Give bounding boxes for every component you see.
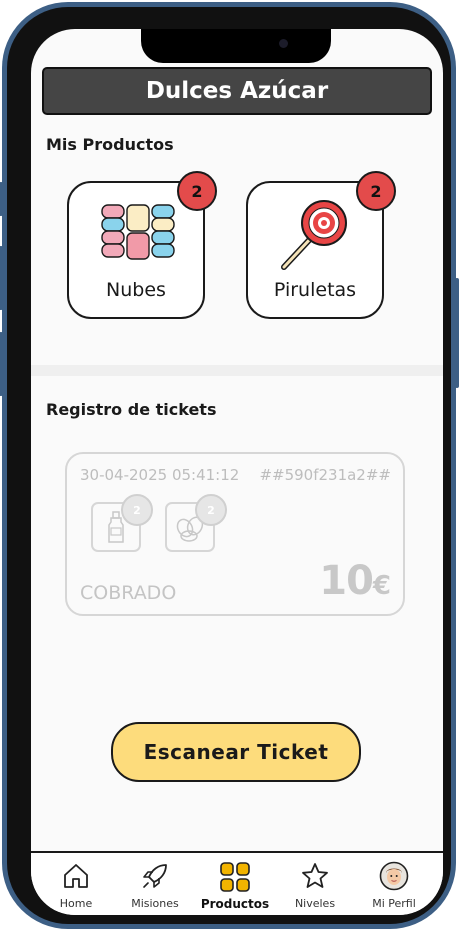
mute-switch bbox=[0, 182, 3, 216]
power-button bbox=[455, 278, 459, 388]
nav-label: Misiones bbox=[131, 897, 179, 910]
ticket-id: ##590f231a2## bbox=[259, 466, 391, 484]
avatar-icon bbox=[379, 861, 409, 891]
ticket-amount: 10 bbox=[319, 558, 374, 604]
ticket-currency: € bbox=[372, 571, 391, 601]
nav-label: Home bbox=[59, 897, 93, 910]
product-count-badge: 2 bbox=[177, 171, 217, 211]
ticket-date: 30-04-2025 05:41:12 bbox=[80, 466, 240, 484]
lollipop-icon bbox=[281, 200, 347, 270]
nav-label: Mi Perfil bbox=[372, 897, 416, 910]
product-card-nubes[interactable]: Nubes 2 bbox=[67, 171, 217, 319]
product-label: Piruletas bbox=[273, 279, 357, 301]
app-title: Dulces Azúcar bbox=[145, 78, 329, 104]
product-count-badge: 2 bbox=[356, 171, 396, 211]
scan-ticket-button[interactable]: Escanear Ticket bbox=[111, 722, 361, 782]
star-icon bbox=[302, 863, 328, 888]
app-screen: Dulces Azúcar Mis Productos Nubes 2 Piru… bbox=[31, 29, 443, 915]
nav-item-home[interactable]: Home bbox=[35, 857, 117, 915]
phone-frame: Dulces Azúcar Mis Productos Nubes 2 Piru… bbox=[0, 2, 459, 929]
ticket-line-count: 2 bbox=[195, 494, 227, 526]
nav-label: Productos bbox=[200, 897, 270, 911]
volume-up-button bbox=[0, 246, 3, 310]
camera-icon bbox=[279, 39, 288, 48]
product-card-piruletas[interactable]: Piruletas 2 bbox=[246, 171, 396, 319]
ticket-total: 10€ bbox=[319, 558, 391, 604]
ticket-status: COBRADO bbox=[80, 582, 177, 604]
phone-bezel: Dulces Azúcar Mis Productos Nubes 2 Piru… bbox=[7, 7, 451, 924]
bottom-nav: Home Misiones Productos Niveles Mi Perfi… bbox=[31, 851, 443, 915]
notch bbox=[141, 29, 331, 63]
grid-icon bbox=[220, 862, 250, 892]
home-icon bbox=[64, 864, 88, 888]
ticket-line-item: 2 bbox=[91, 494, 153, 552]
nav-label: Niveles bbox=[294, 897, 336, 910]
product-label: Nubes bbox=[106, 279, 166, 301]
ticket-card[interactable]: 30-04-2025 05:41:12 ##590f231a2## 2 2 CO… bbox=[65, 452, 405, 616]
volume-down-button bbox=[0, 332, 3, 396]
marshmallow-icon bbox=[101, 204, 175, 260]
nav-item-niveles[interactable]: Niveles bbox=[274, 857, 356, 915]
products-section-title: Mis Productos bbox=[46, 135, 174, 154]
tickets-section-title: Registro de tickets bbox=[46, 400, 217, 419]
section-divider bbox=[31, 365, 443, 376]
rocket-icon bbox=[143, 864, 167, 888]
ticket-line-item: 2 bbox=[165, 494, 227, 552]
nav-item-productos[interactable]: Productos bbox=[194, 857, 276, 915]
ticket-line-count: 2 bbox=[121, 494, 153, 526]
nav-item-mi-perfil[interactable]: Mi Perfil bbox=[353, 857, 435, 915]
app-header: Dulces Azúcar bbox=[42, 67, 432, 115]
nav-item-misiones[interactable]: Misiones bbox=[114, 857, 196, 915]
